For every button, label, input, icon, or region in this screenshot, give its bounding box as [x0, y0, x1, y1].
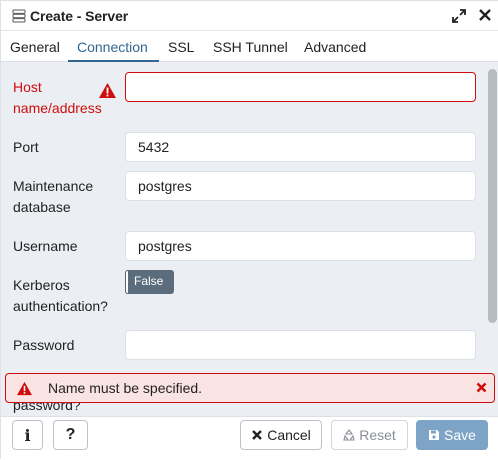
- error-banner: Name must be specified.: [5, 373, 495, 403]
- help-label: ?: [65, 426, 76, 443]
- dialog-header: Create - Server: [1, 1, 498, 31]
- help-button[interactable]: ?: [53, 420, 88, 450]
- port-input[interactable]: 5432: [125, 132, 476, 162]
- cancel-button[interactable]: Cancel: [240, 420, 322, 450]
- maintenance-db-label-line1: Maintenance: [13, 178, 94, 194]
- password-input[interactable]: [125, 330, 476, 360]
- save-label: Save: [444, 427, 476, 443]
- server-icon: [12, 9, 26, 23]
- host-label: Host name/address: [13, 77, 102, 119]
- toggle-knob: [125, 270, 129, 294]
- warning-icon: [17, 381, 32, 396]
- close-icon[interactable]: [476, 382, 487, 393]
- host-input[interactable]: [125, 72, 476, 102]
- save-button-content: Save: [417, 421, 487, 449]
- kerberos-label-line1: Kerberos: [13, 277, 70, 293]
- tab-connection[interactable]: Connection: [77, 39, 148, 55]
- password-label: Password: [13, 337, 75, 353]
- maintenance-db-label: Maintenance database: [13, 176, 93, 218]
- warning-icon: [99, 83, 116, 98]
- dialog-title: Create - Server: [30, 8, 129, 24]
- cancel-label: Cancel: [267, 427, 311, 443]
- scrollbar-thumb[interactable]: [488, 69, 497, 323]
- form-body: Host name/address Port 5432 Maintenance …: [1, 62, 487, 416]
- username-input[interactable]: postgres: [125, 231, 476, 261]
- save-button[interactable]: Save: [416, 420, 488, 450]
- host-label-line2: name/address: [13, 100, 102, 116]
- info-button[interactable]: i: [12, 420, 43, 450]
- expand-icon[interactable]: [452, 9, 466, 23]
- info-label: i: [24, 425, 31, 445]
- reset-button[interactable]: Reset: [331, 420, 408, 450]
- host-label-line1: Host: [13, 79, 42, 95]
- close-icon[interactable]: [478, 8, 492, 22]
- recycle-icon: [343, 429, 355, 441]
- dialog-footer: i ? Cancel Reset Save: [1, 416, 498, 460]
- floppy-icon: [429, 430, 440, 440]
- cancel-button-content: Cancel: [241, 421, 321, 449]
- kerberos-label-line2: authentication?: [13, 298, 108, 314]
- port-label: Port: [13, 139, 39, 155]
- kerberos-toggle-text: False: [134, 274, 164, 288]
- maintenance-db-label-line2: database: [13, 199, 71, 215]
- kerberos-toggle[interactable]: False: [125, 270, 174, 294]
- maintenance-db-input[interactable]: postgres: [125, 171, 476, 201]
- x-icon: [252, 430, 263, 440]
- username-label: Username: [13, 238, 78, 254]
- tab-advanced[interactable]: Advanced: [304, 39, 366, 55]
- tab-general[interactable]: General: [10, 39, 60, 55]
- kerberos-label: Kerberos authentication?: [13, 275, 108, 317]
- tab-ssh-tunnel[interactable]: SSH Tunnel: [213, 39, 288, 55]
- tab-bar: General Connection SSL SSH Tunnel Advanc…: [1, 31, 498, 62]
- reset-label: Reset: [359, 427, 396, 443]
- create-server-dialog: Create - Server General Connection SSL S…: [0, 0, 498, 460]
- error-message: Name must be specified.: [48, 380, 203, 396]
- reset-button-content: Reset: [332, 421, 407, 449]
- tab-ssl[interactable]: SSL: [168, 39, 194, 55]
